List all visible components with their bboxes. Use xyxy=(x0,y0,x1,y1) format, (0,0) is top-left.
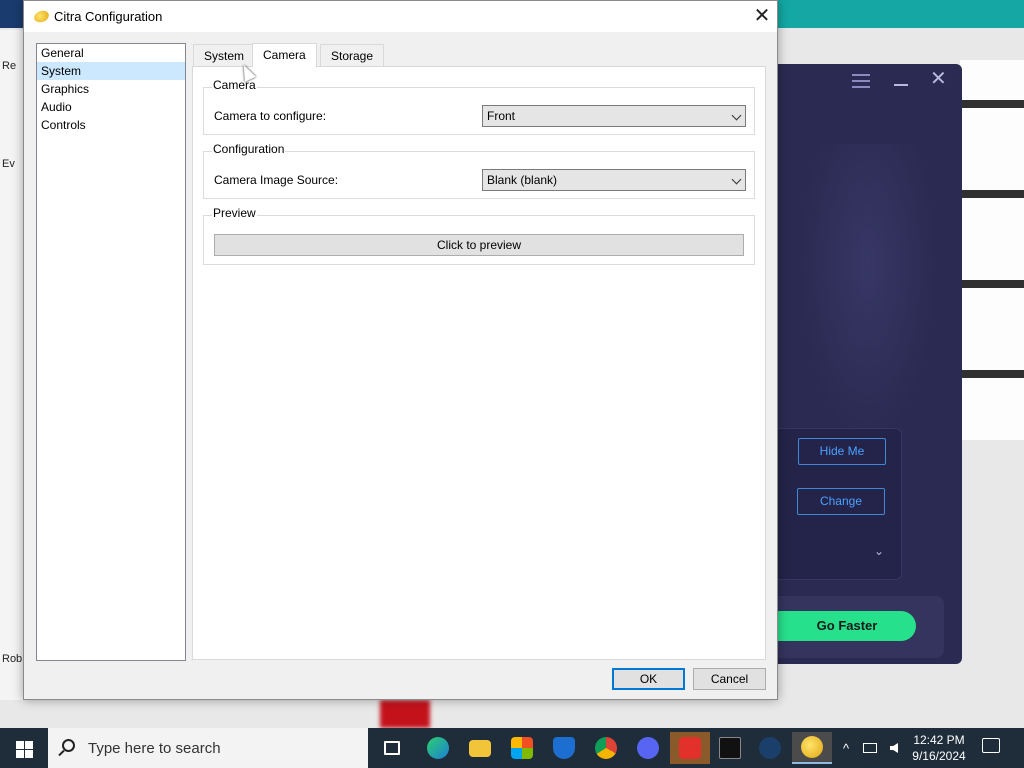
search-placeholder: Type here to search xyxy=(88,740,221,757)
desktop-icons-column xyxy=(0,30,24,700)
citra-configuration-dialog: Citra Configuration ✕ General System Gra… xyxy=(23,0,778,700)
hide-me-button[interactable]: Hide Me xyxy=(798,438,886,465)
volume-muted-icon[interactable] xyxy=(884,728,904,768)
camera-to-configure-label: Camera to configure: xyxy=(214,109,327,123)
security-shield-icon[interactable] xyxy=(544,732,584,764)
camera-group: Camera Camera to configure: Front xyxy=(203,78,755,135)
camera-image-source-select[interactable]: Blank (blank) xyxy=(482,169,746,191)
ok-button[interactable]: OK xyxy=(612,668,685,690)
camera-tab-pane: Camera Camera to configure: Front Config… xyxy=(192,66,766,660)
search-icon xyxy=(62,739,75,752)
group-title: Configuration xyxy=(212,142,286,156)
desktop-icon-label[interactable]: Re xyxy=(2,60,16,72)
network-icon[interactable] xyxy=(860,728,880,768)
citra-taskbar-icon[interactable] xyxy=(792,732,832,764)
configuration-group: Configuration Camera Image Source: Blank… xyxy=(203,142,755,199)
start-button[interactable] xyxy=(0,728,48,768)
edge-browser-icon[interactable] xyxy=(418,732,458,764)
select-value: Blank (blank) xyxy=(487,173,558,187)
tab-storage[interactable]: Storage xyxy=(320,44,385,67)
chevron-down-icon xyxy=(731,174,742,185)
chevron-down-icon xyxy=(731,110,742,121)
category-item-audio[interactable]: Audio xyxy=(37,98,185,116)
notification-center-icon[interactable] xyxy=(982,738,1000,753)
desktop-icon-label[interactable]: Rob xyxy=(2,653,22,665)
category-item-general[interactable]: General xyxy=(37,44,185,62)
taskbar-search-box[interactable]: Type here to search xyxy=(48,728,368,768)
world-map xyxy=(798,144,938,444)
change-button[interactable]: Change xyxy=(797,488,885,515)
background-app-icon xyxy=(0,0,24,28)
preview-group: Preview Click to preview xyxy=(203,206,755,265)
window-title: Citra Configuration xyxy=(54,9,163,24)
background-window-strip xyxy=(778,0,1024,28)
group-title: Preview xyxy=(212,206,257,220)
clock-time: 12:42 PM xyxy=(913,733,965,747)
taskbar: Type here to search ^ 12:42 PM 9/16/2024 xyxy=(0,728,1024,768)
go-faster-button[interactable]: Go Faster xyxy=(778,611,916,641)
group-title: Camera xyxy=(212,78,257,92)
steam-icon[interactable] xyxy=(750,732,790,764)
close-icon[interactable]: ✕ xyxy=(930,68,947,90)
citra-app-icon xyxy=(32,8,51,25)
clock-date: 9/16/2024 xyxy=(912,749,966,763)
taskbar-clock[interactable]: 12:42 PM 9/16/2024 xyxy=(908,732,970,764)
vpn-app-window: ✕ Hide Me Change ⌄ Go Faster xyxy=(778,64,962,664)
title-bar[interactable]: Citra Configuration ✕ xyxy=(24,1,777,32)
tab-camera[interactable]: Camera xyxy=(252,43,317,67)
discord-icon[interactable] xyxy=(628,732,668,764)
category-list: General System Graphics Audio Controls xyxy=(36,43,186,661)
chevron-down-icon[interactable]: ⌄ xyxy=(874,544,884,558)
microsoft-store-icon[interactable] xyxy=(502,732,542,764)
show-hidden-icons-chevron[interactable]: ^ xyxy=(836,728,856,768)
menu-icon[interactable] xyxy=(852,74,870,88)
cancel-button[interactable]: Cancel xyxy=(693,668,766,690)
chrome-browser-icon[interactable] xyxy=(586,732,626,764)
vpn-app-icon[interactable] xyxy=(670,732,710,764)
close-button[interactable]: ✕ xyxy=(747,4,777,30)
windows-logo-icon xyxy=(16,741,24,749)
category-item-graphics[interactable]: Graphics xyxy=(37,80,185,98)
desktop-icon-label[interactable]: Ev xyxy=(2,158,15,170)
file-explorer-icon[interactable] xyxy=(460,732,500,764)
background-shape xyxy=(380,700,430,728)
select-value: Front xyxy=(487,109,516,123)
category-item-system[interactable]: System xyxy=(37,62,185,80)
background-text-image xyxy=(960,60,1024,440)
minimize-icon[interactable] xyxy=(894,84,908,86)
click-to-preview-button[interactable]: Click to preview xyxy=(214,234,744,256)
terminal-icon[interactable] xyxy=(710,732,750,764)
camera-to-configure-select[interactable]: Front xyxy=(482,105,746,127)
camera-image-source-label: Camera Image Source: xyxy=(214,173,339,187)
task-view-icon[interactable] xyxy=(372,732,412,764)
category-item-controls[interactable]: Controls xyxy=(37,116,185,134)
